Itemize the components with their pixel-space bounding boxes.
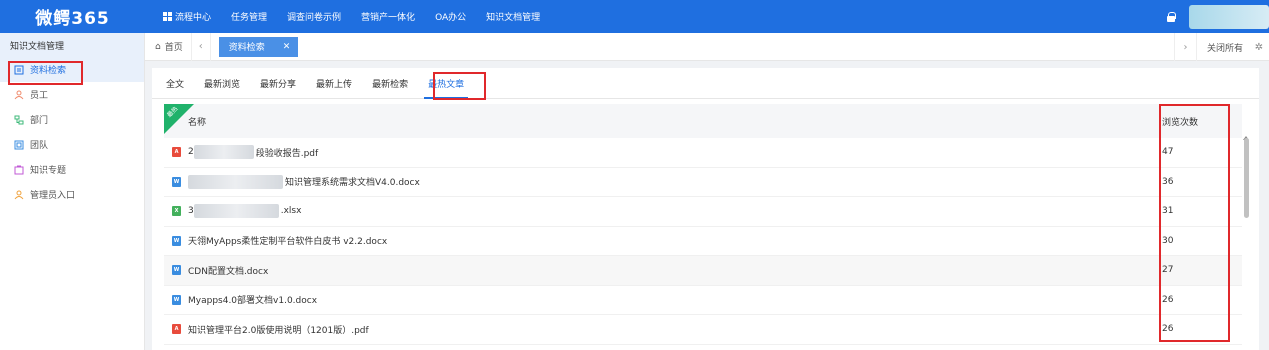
person-icon [14,90,24,99]
hot-docs-table: 最热 名称 浏览次数 A 2 段验收报告.pdf 47 W 知识管理系统需求文档V4.0.… [164,104,1242,345]
sidebar-item-team[interactable]: 团队 [0,132,144,157]
file-name-text: 知识管理系统需求文档V4.0.docx [285,178,420,189]
highlight-box-hot-tab [433,72,486,100]
sidebar-item-label: 员工 [30,91,49,101]
table-row[interactable]: W Myapps4.0部署文档v1.0.docx 26 [164,286,1242,315]
redacted-text [193,204,279,219]
file-name[interactable]: Myapps4.0部署文档v1.0.docx [188,293,1162,306]
subtab-fulltext[interactable]: 全文 [156,77,194,98]
main-content: 全文 最新浏览 最新分享 最新上传 最新检索 最热文章 最热 名称 浏览次数 A… [152,68,1259,350]
topnav-item-survey[interactable]: 调查问卷示例 [277,0,351,33]
table-row[interactable]: A 2 段验收报告.pdf 47 [164,138,1242,168]
close-all-button[interactable]: 关闭所有 [1195,33,1249,61]
sidebar-item-staff[interactable]: 员工 [0,82,144,107]
docx-file-icon: W [172,176,181,187]
vertical-scrollbar[interactable] [1244,138,1249,218]
page-tabs-bar: ⌂ 首页 ‹ 资料检索 ✕ › 关闭所有 ✲ [145,32,1269,61]
subtab-recent-uploaded[interactable]: 最新上传 [306,77,362,98]
file-name-prefix: 3 [188,206,194,217]
file-name[interactable]: 知识管理平台2.0版使用说明（1201版）.pdf [188,323,1162,336]
topnav-item-oa[interactable]: OA办公 [425,0,476,33]
sidebar-title: 知识文档管理 [0,33,144,57]
file-name-prefix: 2 [188,147,194,158]
tab-label: 资料检索 [228,43,265,53]
sidebar-item-label: 团队 [30,141,49,151]
lock-icon[interactable] [1167,11,1176,22]
file-name-text: .xlsx [280,206,302,217]
topnav-label: 流程中心 [175,13,212,23]
file-name[interactable]: 天翎MyApps柔性定制平台软件白皮书 v2.2.docx [188,234,1162,247]
tabs-scroll-right-button[interactable]: › [1173,33,1196,61]
xlsx-file-icon: X [172,206,181,217]
table-row[interactable]: W CDN配置文档.docx 27 [164,256,1242,286]
table-body: A 2 段验收报告.pdf 47 W 知识管理系统需求文档V4.0.docx 36 X 3 .xl… [164,138,1242,345]
tab-doc-search[interactable]: 资料检索 ✕ [218,36,299,57]
subtab-recent-viewed[interactable]: 最新浏览 [194,77,250,98]
admin-icon [14,190,24,199]
home-icon: ⌂ [155,41,161,52]
subtab-recent-searched[interactable]: 最新检索 [362,77,418,98]
subtab-recent-shared[interactable]: 最新分享 [250,77,306,98]
table-row[interactable]: A 知识管理平台2.0版使用说明（1201版）.pdf 26 [164,315,1242,345]
tab-home-label: 首页 [164,43,183,53]
highlight-box-sidebar [8,61,83,85]
tabs-right-tools: › 关闭所有 ✲ [1173,33,1269,61]
table-row[interactable]: X 3 .xlsx 31 [164,197,1242,227]
topic-icon [14,165,24,174]
sub-tabs: 全文 最新浏览 最新分享 最新上传 最新检索 最热文章 [152,68,1259,99]
sidebar-item-label: 部门 [30,116,49,126]
file-name-text: 段验收报告.pdf [255,148,319,159]
sidebar-item-department[interactable]: 部门 [0,107,144,132]
sidebar-item-admin[interactable]: 管理员入口 [0,182,144,207]
top-nav: 流程中心 任务管理 调查问卷示例 营销产一体化 OA办公 知识文档管理 [153,0,550,33]
tabs-scroll-left-button[interactable]: ‹ [190,32,211,61]
docx-file-icon: W [172,265,181,276]
topnav-item-marketing[interactable]: 营销产一体化 [351,0,425,33]
user-avatar[interactable] [1189,4,1269,29]
file-name-text: CDN配置文档.docx [188,266,269,277]
top-right-tools [1167,0,1269,33]
file-name[interactable]: 2 段验收报告.pdf [188,145,1162,160]
file-name-text: 知识管理平台2.0版使用说明（1201版）.pdf [188,325,369,336]
topnav-item-task-management[interactable]: 任务管理 [221,0,277,33]
topnav-item-process-center[interactable]: 流程中心 [153,0,221,33]
file-name[interactable]: 3 .xlsx [188,204,1162,219]
highlight-box-views-column [1159,104,1230,342]
redacted-text [188,174,283,189]
tab-home[interactable]: ⌂ 首页 [145,40,191,54]
file-name-text: 天翎MyApps柔性定制平台软件白皮书 v2.2.docx [188,237,388,248]
sidebar-item-topic[interactable]: 知识专题 [0,157,144,182]
column-header-name: 名称 [188,117,207,128]
topnav-item-knowledge[interactable]: 知识文档管理 [476,0,550,33]
sidebar-item-label: 知识专题 [30,166,67,176]
org-icon [14,115,24,124]
docx-file-icon: W [172,235,181,246]
top-navigation-bar: 微鳄365 流程中心 任务管理 调查问卷示例 营销产一体化 OA办公 知识文档管… [0,0,1269,33]
app-logo[interactable]: 微鳄365 [0,0,145,33]
sidebar-item-label: 管理员入口 [30,191,76,201]
file-name-text: Myapps4.0部署文档v1.0.docx [188,296,318,307]
table-header: 最热 名称 浏览次数 [164,104,1242,138]
close-icon[interactable]: ✕ [283,42,291,52]
grid-icon [163,12,172,21]
docx-file-icon: W [172,294,181,305]
redacted-text [193,145,254,160]
team-icon [14,140,24,149]
pdf-file-icon: A [172,324,181,335]
pdf-file-icon: A [172,147,181,158]
gear-icon[interactable]: ✲ [1249,33,1269,61]
table-row[interactable]: W 知识管理系统需求文档V4.0.docx 36 [164,168,1242,197]
file-name[interactable]: CDN配置文档.docx [188,264,1162,277]
file-name[interactable]: 知识管理系统需求文档V4.0.docx [188,174,1162,189]
table-row[interactable]: W 天翎MyApps柔性定制平台软件白皮书 v2.2.docx 30 [164,227,1242,256]
